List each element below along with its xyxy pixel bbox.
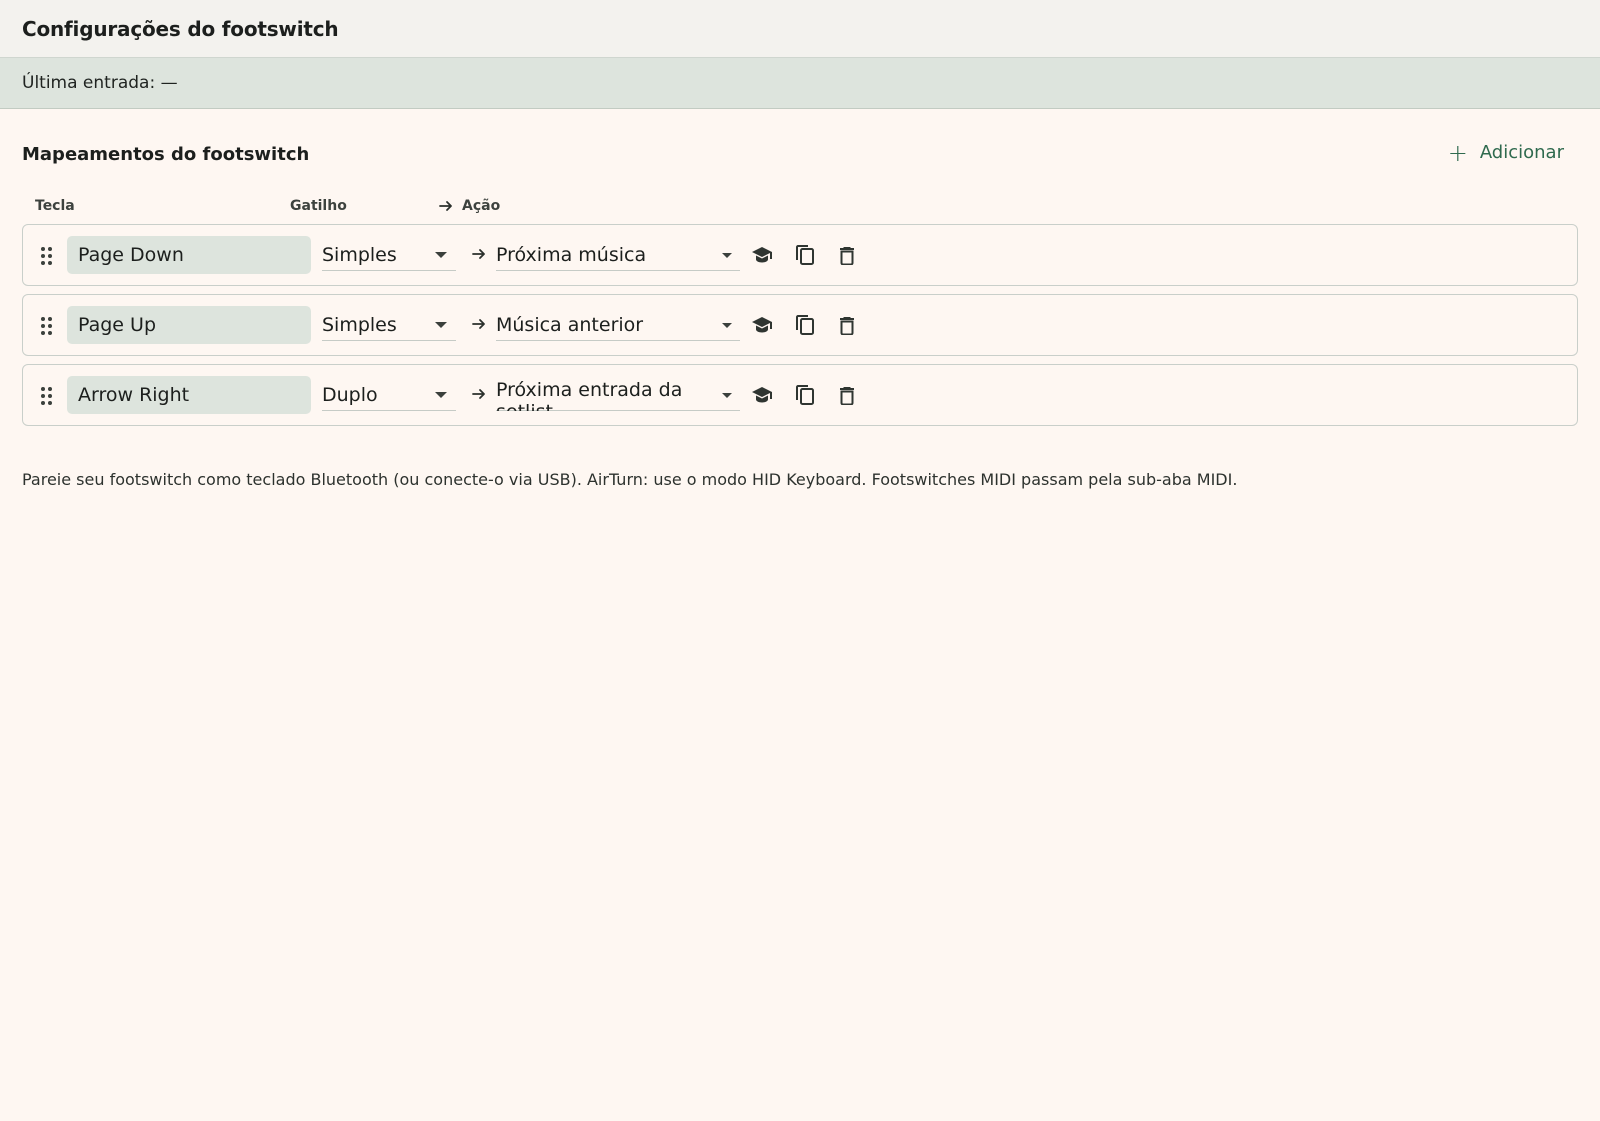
trigger-select-value: Simples bbox=[322, 313, 397, 336]
learn-button[interactable] bbox=[750, 313, 774, 337]
delete-button[interactable] bbox=[835, 243, 859, 267]
column-header-trigger: Gatilho bbox=[290, 198, 347, 214]
learn-button[interactable] bbox=[750, 243, 774, 267]
delete-button[interactable] bbox=[835, 313, 859, 337]
chevron-down-icon bbox=[722, 253, 732, 258]
trigger-select-value: Duplo bbox=[322, 383, 378, 406]
learn-button[interactable] bbox=[750, 383, 774, 407]
arrow-right-icon bbox=[472, 249, 485, 259]
copy-icon bbox=[796, 385, 814, 405]
column-header-action-label: Ação bbox=[462, 198, 501, 214]
chevron-down-icon bbox=[435, 392, 447, 398]
arrow-right-icon bbox=[472, 389, 485, 399]
action-select-value: Próxima música bbox=[496, 243, 647, 266]
trigger-select[interactable]: Simples bbox=[322, 309, 456, 341]
column-header-key: Tecla bbox=[35, 198, 75, 214]
pairing-hint: Pareie seu footswitch como teclado Bluet… bbox=[22, 470, 1238, 489]
duplicate-button[interactable] bbox=[793, 313, 817, 337]
page-header: Configurações do footswitch bbox=[0, 0, 1600, 58]
mappings-section-title: Mapeamentos do footswitch bbox=[22, 144, 310, 165]
copy-icon bbox=[796, 315, 814, 335]
mapping-row: Page Down Simples Próxima música bbox=[22, 224, 1578, 286]
copy-icon bbox=[796, 245, 814, 265]
arrow-right-icon bbox=[439, 201, 452, 211]
drag-handle-icon[interactable] bbox=[41, 387, 53, 405]
trash-icon bbox=[840, 246, 854, 265]
action-select[interactable]: Próxima música bbox=[496, 239, 740, 271]
drag-handle-icon[interactable] bbox=[41, 247, 53, 265]
graduation-cap-icon bbox=[752, 317, 772, 333]
key-field[interactable]: Page Down bbox=[67, 236, 311, 274]
last-input-bar: Última entrada: — bbox=[0, 58, 1600, 109]
chevron-down-icon bbox=[722, 323, 732, 328]
trigger-select[interactable]: Simples bbox=[322, 239, 456, 271]
plus-icon: + bbox=[1447, 138, 1468, 167]
drag-handle-icon[interactable] bbox=[41, 317, 53, 335]
mapping-row: Page Up Simples Música anterior bbox=[22, 294, 1578, 356]
key-field[interactable]: Page Up bbox=[67, 306, 311, 344]
add-mapping-label: Adicionar bbox=[1479, 142, 1564, 163]
duplicate-button[interactable] bbox=[793, 383, 817, 407]
action-select[interactable]: Próxima entrada da setlist bbox=[496, 379, 740, 411]
graduation-cap-icon bbox=[752, 247, 772, 263]
add-mapping-button[interactable]: + Adicionar bbox=[1447, 138, 1564, 167]
chevron-down-icon bbox=[722, 393, 732, 398]
action-select[interactable]: Música anterior bbox=[496, 309, 740, 341]
trash-icon bbox=[840, 386, 854, 405]
graduation-cap-icon bbox=[752, 387, 772, 403]
chevron-down-icon bbox=[435, 252, 447, 258]
page-title: Configurações do footswitch bbox=[22, 16, 339, 41]
last-input-text: Última entrada: — bbox=[22, 73, 178, 93]
chevron-down-icon bbox=[435, 322, 447, 328]
trash-icon bbox=[840, 316, 854, 335]
column-header-action: Ação bbox=[438, 198, 500, 214]
action-select-value: Próxima entrada da setlist bbox=[496, 378, 683, 411]
delete-button[interactable] bbox=[835, 383, 859, 407]
trigger-select-value: Simples bbox=[322, 243, 397, 266]
arrow-right-icon bbox=[472, 319, 485, 329]
key-field[interactable]: Arrow Right bbox=[67, 376, 311, 414]
action-select-value: Música anterior bbox=[496, 313, 644, 336]
duplicate-button[interactable] bbox=[793, 243, 817, 267]
trigger-select[interactable]: Duplo bbox=[322, 379, 456, 411]
mapping-row: Arrow Right Duplo Próxima entrada da set… bbox=[22, 364, 1578, 426]
